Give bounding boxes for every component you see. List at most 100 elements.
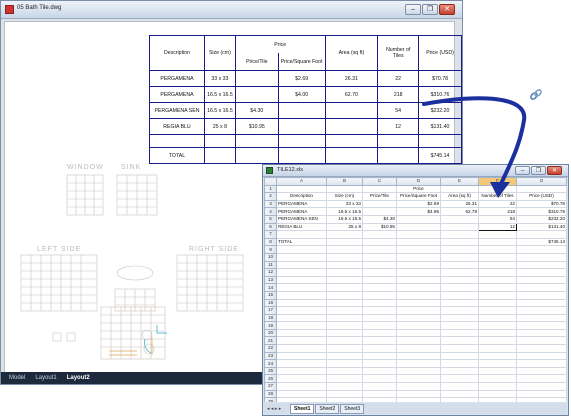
spreadsheet-cell[interactable] — [478, 336, 517, 346]
cad-price-table[interactable]: Description Size (cm) Price Area (sq ft)… — [149, 35, 462, 164]
spreadsheet-cell[interactable]: 25 x 8 — [326, 222, 363, 232]
spreadsheet-cell[interactable]: 26.31 — [440, 199, 479, 209]
spreadsheet-cell[interactable]: 16.5 x 16.5 — [326, 207, 363, 216]
spreadsheet-cell[interactable]: $10.95 — [362, 222, 397, 232]
spreadsheet-cell[interactable] — [276, 328, 327, 338]
spreadsheet-cell[interactable]: PERGAMENA — [276, 207, 327, 216]
row-header[interactable]: 18 — [264, 313, 277, 323]
table-row[interactable] — [149, 134, 462, 148]
spreadsheet-cell[interactable]: TOTAL — [276, 237, 327, 247]
spreadsheet-cell[interactable] — [276, 382, 327, 391]
spreadsheet-row[interactable]: 25 — [264, 366, 567, 376]
spreadsheet-row[interactable]: 23 — [264, 351, 567, 361]
spreadsheet-cell[interactable] — [276, 252, 327, 262]
spreadsheet-cell[interactable] — [362, 382, 397, 391]
table-row[interactable]: REGIA BLU 25 x 8 $10.95 12 $131.40 — [149, 118, 462, 135]
spreadsheet-cell[interactable] — [362, 389, 397, 399]
spreadsheet-cell[interactable] — [440, 214, 479, 224]
spreadsheet-cell[interactable] — [396, 344, 441, 353]
row-header[interactable]: 17 — [264, 306, 277, 315]
spreadsheet-cell[interactable]: $70.78 — [516, 199, 567, 209]
spreadsheet-cell[interactable] — [396, 321, 441, 330]
spreadsheet-cell[interactable]: 54 — [478, 214, 517, 224]
spreadsheet-cell[interactable] — [362, 245, 397, 254]
row-header[interactable]: 27 — [264, 382, 277, 391]
spreadsheet-row[interactable]: 6 REGIA BLU 25 x 8 $10.95 12 $131.40 — [264, 222, 567, 232]
spreadsheet-cell[interactable] — [276, 260, 327, 270]
spreadsheet-cell[interactable] — [326, 374, 363, 384]
spreadsheet-cell[interactable] — [362, 184, 397, 194]
spreadsheet-cell[interactable] — [516, 344, 567, 353]
spreadsheet-cell[interactable] — [440, 321, 479, 330]
row-header[interactable]: 4 — [264, 207, 277, 216]
spreadsheet-cell[interactable] — [478, 382, 517, 391]
excel-table[interactable]: A B C D E F G 1 Price 2 Description Size (cm… — [264, 177, 567, 402]
spreadsheet-row[interactable]: 9 — [264, 245, 567, 254]
spreadsheet-cell[interactable] — [478, 328, 517, 338]
spreadsheet-cell[interactable]: 33 x 33 — [326, 199, 363, 209]
row-header[interactable]: 5 — [264, 214, 277, 224]
row-header[interactable]: 15 — [264, 290, 277, 300]
spreadsheet-cell[interactable] — [478, 252, 517, 262]
spreadsheet-cell[interactable] — [478, 313, 517, 323]
spreadsheet-cell[interactable]: 16.5 x 16.5 — [326, 214, 363, 224]
spreadsheet-cell[interactable] — [276, 389, 327, 399]
spreadsheet-row[interactable]: 15 — [264, 290, 567, 300]
spreadsheet-cell[interactable] — [478, 344, 517, 353]
table-row[interactable]: PERGAMENA 16.5 x 16.5 $4.00 62.70 218 $3… — [149, 86, 462, 103]
tile-floor-plan[interactable]: WINDOW SINK LEFT SIDE RIGHT SIDE — [17, 159, 247, 369]
spreadsheet-cell[interactable] — [478, 290, 517, 300]
spreadsheet-row[interactable]: 17 — [264, 306, 567, 315]
spreadsheet-cell[interactable] — [478, 374, 517, 384]
spreadsheet-cell[interactable] — [362, 359, 397, 368]
spreadsheet-cell[interactable] — [440, 245, 479, 254]
spreadsheet-cell[interactable] — [276, 245, 327, 254]
row-header[interactable]: 10 — [264, 252, 277, 262]
spreadsheet-cell[interactable] — [326, 184, 363, 194]
sheet-nav-arrows[interactable]: ◂ ◂ ▸ ▸ — [267, 405, 281, 413]
spreadsheet-cell[interactable]: REGIA BLU — [276, 222, 327, 232]
spreadsheet-cell[interactable] — [478, 283, 517, 292]
spreadsheet-row[interactable]: 10 — [264, 252, 567, 262]
row-header[interactable]: 23 — [264, 351, 277, 361]
spreadsheet-cell[interactable] — [516, 366, 567, 376]
spreadsheet-row[interactable]: 24 — [264, 359, 567, 368]
spreadsheet-cell[interactable] — [396, 359, 441, 368]
row-header[interactable]: 20 — [264, 328, 277, 338]
spreadsheet-cell[interactable] — [396, 222, 441, 232]
spreadsheet-cell[interactable] — [362, 328, 397, 338]
spreadsheet-cell[interactable]: 62.78 — [440, 207, 479, 216]
spreadsheet-row[interactable]: 8 TOTAL $745.14 — [264, 237, 567, 247]
spreadsheet-cell[interactable]: 22 — [478, 199, 517, 209]
spreadsheet-cell[interactable] — [362, 366, 397, 376]
spreadsheet-cell[interactable]: 218 — [478, 207, 517, 216]
row-header[interactable]: 22 — [264, 344, 277, 353]
spreadsheet-cell[interactable] — [516, 351, 567, 361]
spreadsheet-cell[interactable] — [478, 389, 517, 399]
spreadsheet-cell[interactable] — [396, 351, 441, 361]
spreadsheet-cell[interactable] — [440, 344, 479, 353]
spreadsheet-row[interactable]: 14 — [264, 283, 567, 292]
tab-layout2[interactable]: Layout2 — [67, 375, 90, 381]
spreadsheet-grid[interactable]: A B C D E F G 1 Price 2 Description Size (cm… — [264, 177, 567, 402]
spreadsheet-cell[interactable]: $131.40 — [516, 222, 567, 232]
spreadsheet-cell[interactable] — [440, 306, 479, 315]
excel-close-button[interactable]: ✕ — [547, 166, 562, 175]
spreadsheet-cell[interactable] — [478, 275, 517, 285]
spreadsheet-cell[interactable] — [516, 230, 567, 239]
spreadsheet-row[interactable]: 4 PERGAMENA 16.5 x 16.5 $4.95 62.78 218 $310.7… — [264, 207, 567, 216]
spreadsheet-cell[interactable] — [516, 252, 567, 262]
sheet-tab-1[interactable]: Sheet1 — [290, 403, 315, 414]
spreadsheet-cell[interactable] — [478, 298, 517, 308]
spreadsheet-row[interactable]: 20 — [264, 328, 567, 338]
spreadsheet-cell[interactable] — [326, 313, 363, 323]
spreadsheet-cell[interactable] — [326, 260, 363, 270]
row-header[interactable]: 7 — [264, 230, 277, 239]
spreadsheet-cell[interactable] — [326, 245, 363, 254]
spreadsheet-cell[interactable] — [516, 283, 567, 292]
spreadsheet-cell[interactable] — [440, 222, 479, 232]
sheet-tab-2[interactable]: Sheet2 — [315, 403, 340, 414]
row-header[interactable]: 16 — [264, 298, 277, 308]
spreadsheet-cell[interactable] — [276, 275, 327, 285]
spreadsheet-cell[interactable] — [516, 298, 567, 308]
